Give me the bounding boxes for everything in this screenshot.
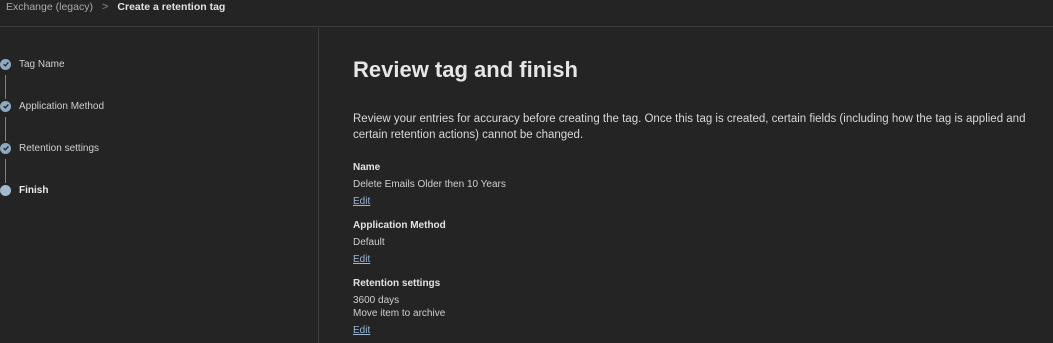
check-icon [0,100,11,112]
breadcrumb: Exchange (legacy) > Create a retention t… [0,0,1053,27]
page-title: Review tag and finish [353,57,578,82]
step-connector [5,117,6,141]
step-connector [5,159,6,183]
intro-text: Review your entries for accuracy before … [353,113,1026,141]
check-icon [0,142,11,154]
field-label: Application Method [353,220,446,231]
step-connector [5,75,6,99]
edit-name-link[interactable]: Edit [353,196,370,207]
field-label: Name [353,162,381,173]
check-icon [0,58,11,70]
step-label: Tag Name [19,58,65,70]
breadcrumb-parent-link[interactable]: Exchange (legacy) [6,1,93,13]
field-value: Move item to archive [353,308,446,319]
circle-icon [0,184,11,196]
step-label: Finish [19,184,49,196]
edit-application-method-link[interactable]: Edit [353,254,370,265]
wizard-steps-sidebar: Tag Name Application Method Retention se… [0,28,319,343]
breadcrumb-current: Create a retention tag [117,1,226,13]
edit-retention-settings-link[interactable]: Edit [353,325,370,336]
breadcrumb-separator: > [101,1,109,13]
field-label: Retention settings [353,278,441,289]
step-label: Application Method [19,100,105,112]
field-value: 3600 days [353,295,400,306]
field-value: Default [353,237,385,248]
step-label: Retention settings [19,142,100,154]
field-value: Delete Emails Older then 10 Years [353,179,506,190]
